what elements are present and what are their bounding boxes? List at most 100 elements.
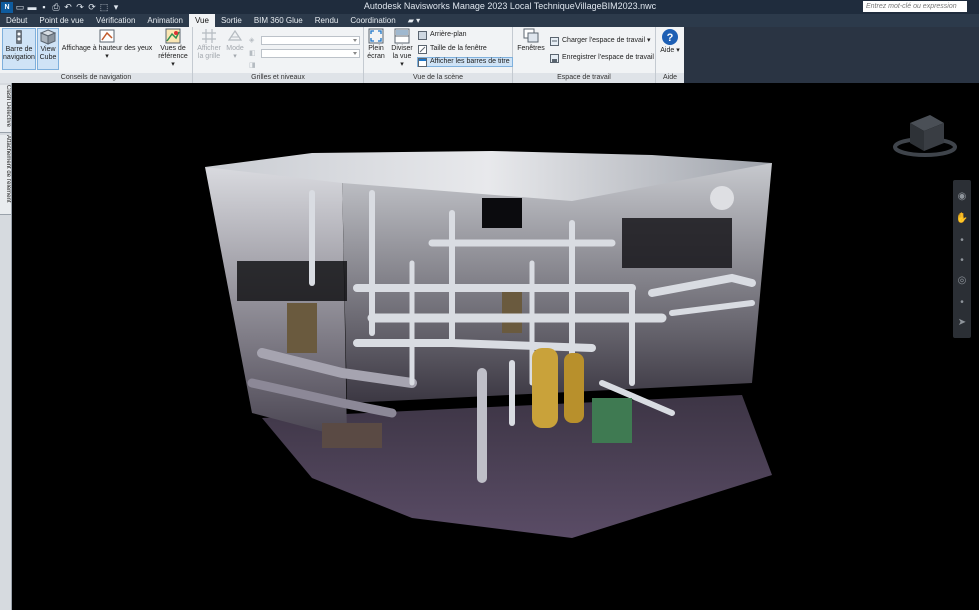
full-screen-label: Plein écran xyxy=(367,45,385,60)
nav-bar-button[interactable]: Barre de navigation xyxy=(2,28,36,70)
new-file-icon[interactable]: ▭ xyxy=(14,2,26,13)
navigation-bar: ◉ ✋ • • ◎ • ➤ xyxy=(953,180,971,338)
tab-coordination[interactable]: Coordination xyxy=(344,14,401,27)
tab-bim360-glue[interactable]: BIM 360 Glue xyxy=(248,14,309,27)
background-icon xyxy=(418,30,427,40)
view-cube-button[interactable]: View Cube xyxy=(37,28,59,70)
wall-opening-2 xyxy=(482,198,522,228)
nav-bar-icon xyxy=(11,29,27,45)
orbit-icon[interactable]: ◎ xyxy=(956,274,968,286)
tab-verification[interactable]: Vérification xyxy=(90,14,142,27)
ribbon-tab-bar: Début Point de vue Vérification Animatio… xyxy=(0,14,979,27)
hud-icon xyxy=(99,28,115,44)
application-menu-button[interactable]: N xyxy=(1,1,13,13)
steering-wheel-icon[interactable]: ◉ xyxy=(956,190,968,202)
load-workspace-button[interactable]: Charger l'espace de travail ▾ xyxy=(550,36,651,46)
scene-viewport[interactable] xyxy=(12,83,979,610)
qat-dropdown-icon[interactable]: ▾ xyxy=(110,2,122,13)
camera-dropdown-icon[interactable]: ▰ ▾ xyxy=(402,14,426,27)
wall-opening-3 xyxy=(622,218,732,268)
pan-hand-icon[interactable]: ✋ xyxy=(956,212,968,224)
tab-point-de-vue[interactable]: Point de vue xyxy=(33,14,89,27)
save-workspace-label: Enregistrer l'espace de travail xyxy=(562,54,654,61)
split-view-icon xyxy=(394,28,410,44)
help-button[interactable]: ? Aide ▾ xyxy=(658,28,682,70)
full-screen-button[interactable]: Plein écran xyxy=(365,28,387,70)
load-workspace-icon xyxy=(550,36,559,46)
group-label-help: Aide xyxy=(656,73,684,83)
grid-sub-icon: ◈ xyxy=(249,37,255,44)
window-title: Autodesk Navisworks Manage 2023 Local Te… xyxy=(363,1,657,11)
show-grid-label: Afficher la grille xyxy=(197,45,221,60)
tab-debut[interactable]: Début xyxy=(0,14,33,27)
left-dock-panel: Clash Detective Attachement de l'élément xyxy=(0,83,12,610)
group-label-scene-view: Vue de la scène xyxy=(364,73,512,83)
group-label-workspace: Espace de travail xyxy=(513,73,655,83)
window-size-button[interactable]: Taille de la fenêtre xyxy=(418,44,487,54)
level-combo[interactable] xyxy=(261,36,360,45)
show-titlebars-label: Afficher les barres de titre xyxy=(430,58,510,65)
yellow-tank-2 xyxy=(564,353,584,423)
group-help: ? Aide ▾ Aide xyxy=(656,27,684,83)
level-combo-2[interactable] xyxy=(261,49,360,58)
titlebars-icon xyxy=(418,57,427,67)
grid-mode-icon xyxy=(227,28,243,44)
viewcube-icon xyxy=(893,115,957,157)
background-label: Arrière-plan xyxy=(430,31,467,38)
group-navigation-aids: Barre de navigation View Cube Affichage … xyxy=(0,27,193,83)
wall-opening xyxy=(237,261,347,301)
windows-button[interactable]: Fenêtres xyxy=(516,28,546,70)
hud-label: Affichage à hauteur des yeux xyxy=(61,45,153,52)
background-button[interactable]: Arrière-plan xyxy=(418,30,467,40)
show-titlebars-button[interactable]: Afficher les barres de titre xyxy=(417,57,513,67)
grid-mode-label: Mode xyxy=(226,45,244,52)
undo-icon[interactable]: ↶ xyxy=(62,2,74,13)
help-label: Aide xyxy=(660,47,675,54)
help-icon: ? xyxy=(661,28,679,46)
tab-item-attachment[interactable]: Attachement de l'élément xyxy=(0,135,11,215)
view-cube-label: View Cube xyxy=(39,46,57,61)
reference-views-icon xyxy=(165,28,181,44)
tab-rendu[interactable]: Rendu xyxy=(309,14,345,27)
split-view-button[interactable]: Diviser la vue ▾ xyxy=(390,28,414,70)
viewcube-widget[interactable] xyxy=(890,111,960,161)
full-screen-icon xyxy=(368,28,384,44)
select-cursor-icon[interactable]: ➤ xyxy=(956,316,968,328)
group-grids-levels: Afficher la grille Mode ▾ ◈ ◧ ◨ Grilles … xyxy=(193,27,364,83)
quick-access-toolbar: N ▭ ▬ ▪ ⎙ ↶ ↷ ⟳ ⬚ ▾ xyxy=(0,0,122,14)
redo-icon[interactable]: ↷ xyxy=(74,2,86,13)
title-bar: N ▭ ▬ ▪ ⎙ ↶ ↷ ⟳ ⬚ ▾ Autodesk Navisworks … xyxy=(0,0,979,14)
tab-vue[interactable]: Vue xyxy=(189,14,215,27)
save-workspace-button[interactable]: Enregistrer l'espace de travail xyxy=(550,53,654,63)
group-label-grids-levels: Grilles et niveaux xyxy=(193,73,363,83)
grid-sub-icon-2: ◧ xyxy=(249,50,256,57)
open-folder-icon[interactable]: ▬ xyxy=(26,2,38,13)
search-input[interactable]: Entrez mot-clé ou expression xyxy=(863,1,967,12)
show-grid-button[interactable]: Afficher la grille xyxy=(195,28,223,70)
floor-equipment xyxy=(322,423,382,448)
grid-mode-button[interactable]: Mode ▾ xyxy=(224,28,246,70)
zoom-dot-icon[interactable]: • xyxy=(956,234,968,246)
nav-bar-label: Barre de navigation xyxy=(3,46,35,61)
ceiling-fixture xyxy=(710,186,734,210)
refresh-icon[interactable]: ⟳ xyxy=(86,2,98,13)
reference-views-label: Vues de référence xyxy=(158,45,188,60)
ribbon-panel: Barre de navigation View Cube Affichage … xyxy=(0,27,684,84)
reference-views-button[interactable]: Vues de référence ▾ xyxy=(156,28,190,70)
tab-clash-detective[interactable]: Clash Detective xyxy=(0,85,11,133)
look-dot-icon[interactable]: • xyxy=(956,296,968,308)
grid-icon xyxy=(201,28,217,44)
select-icon[interactable]: ⬚ xyxy=(98,2,110,13)
tab-sortie[interactable]: Sortie xyxy=(215,14,248,27)
save-icon[interactable]: ▪ xyxy=(38,2,50,13)
yellow-tank xyxy=(532,348,558,428)
hud-button[interactable]: Affichage à hauteur des yeux ▾ xyxy=(61,28,153,70)
window-size-icon xyxy=(418,44,427,54)
point-cloud-scene xyxy=(205,151,772,538)
tab-animation[interactable]: Animation xyxy=(141,14,189,27)
window-size-label: Taille de la fenêtre xyxy=(430,45,487,52)
group-workspace: Fenêtres Charger l'espace de travail ▾ E… xyxy=(513,27,656,83)
print-icon[interactable]: ⎙ xyxy=(50,2,62,13)
nav-dot-icon[interactable]: • xyxy=(956,254,968,266)
windows-icon xyxy=(523,28,539,44)
